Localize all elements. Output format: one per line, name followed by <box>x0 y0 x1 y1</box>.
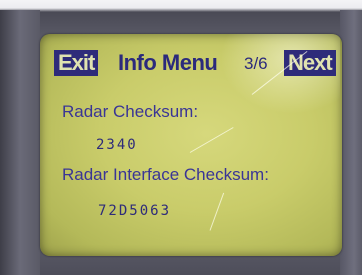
exit-button[interactable]: Exit <box>54 50 99 76</box>
page-indicator: 3/6 <box>244 54 268 73</box>
radar-checksum-label: Radar Checksum: <box>62 102 199 121</box>
radar-interface-checksum-value: 72D5063 <box>98 203 172 219</box>
radar-checksum-value: 2340 <box>96 137 138 153</box>
screen-scratch <box>209 192 225 231</box>
radar-interface-checksum-label: Radar Interface Checksum: <box>62 165 269 184</box>
screen-scratch <box>189 127 234 153</box>
device-bezel-left <box>0 10 40 275</box>
lcd-screen: Exit Info Menu 3/6 Next Radar Checksum: … <box>40 34 342 256</box>
device-bezel-right <box>340 10 362 275</box>
page-title: Info Menu <box>118 50 218 75</box>
